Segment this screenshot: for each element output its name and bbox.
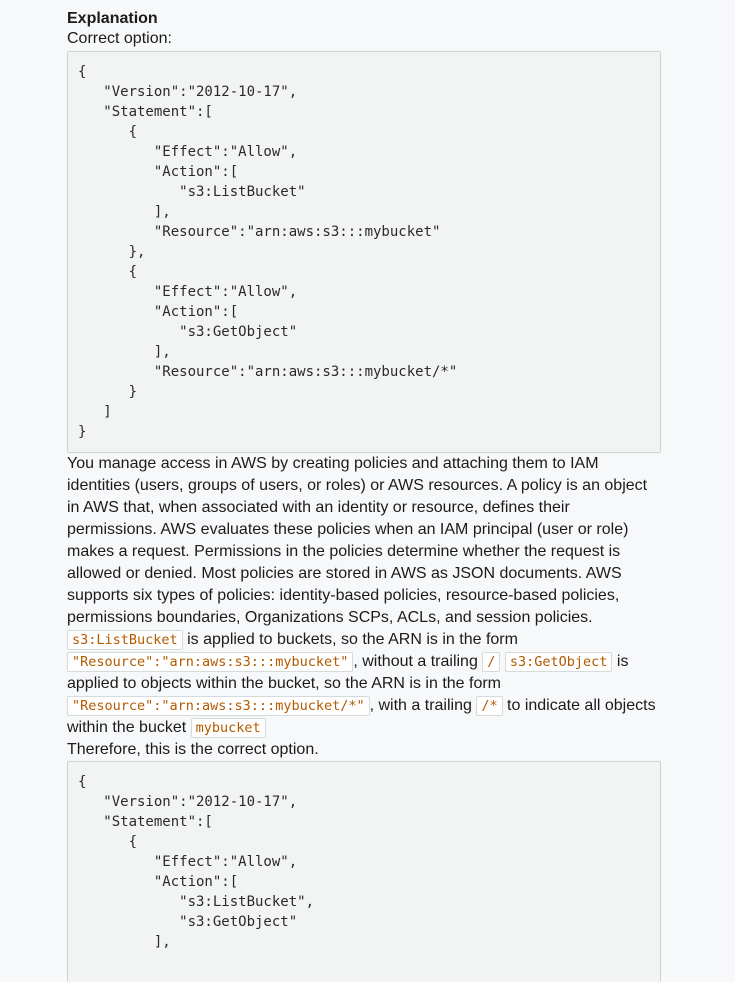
explanation-heading: Explanation: [67, 10, 158, 27]
inline-code-resource-bucket: "Resource":"arn:aws:s3:::mybucket": [67, 652, 354, 672]
inline-code-mybucket: mybucket: [190, 718, 266, 738]
correct-option-label: Correct option:: [67, 30, 172, 47]
explanation-paragraph-policies: You manage access in AWS by creating pol…: [67, 455, 648, 626]
arn-text-5: , with a trailing: [369, 697, 477, 714]
explanation-section: Explanation Correct option: { "Version":…: [67, 9, 661, 982]
arn-text-1: is applied to buckets, so the ARN is in …: [182, 631, 518, 648]
combined-policy-code-block: { "Version":"2012-10-17", "Statement":[ …: [67, 761, 661, 982]
arn-text-2: , without a trailing: [353, 653, 483, 670]
explanation-paragraph-conclusion: Therefore, this is the correct option.: [67, 741, 319, 758]
inline-code-slash-star: /*: [476, 696, 503, 716]
explanation-paragraph-arn: s3:ListBucket is applied to buckets, so …: [67, 629, 661, 739]
inline-code-slash: /: [482, 652, 501, 672]
inline-code-listbucket: s3:ListBucket: [67, 630, 183, 650]
inline-code-getobject: s3:GetObject: [504, 652, 613, 672]
inline-code-resource-objects: "Resource":"arn:aws:s3:::mybucket/*": [67, 696, 370, 716]
policy-code-block: { "Version":"2012-10-17", "Statement":[ …: [67, 51, 661, 453]
